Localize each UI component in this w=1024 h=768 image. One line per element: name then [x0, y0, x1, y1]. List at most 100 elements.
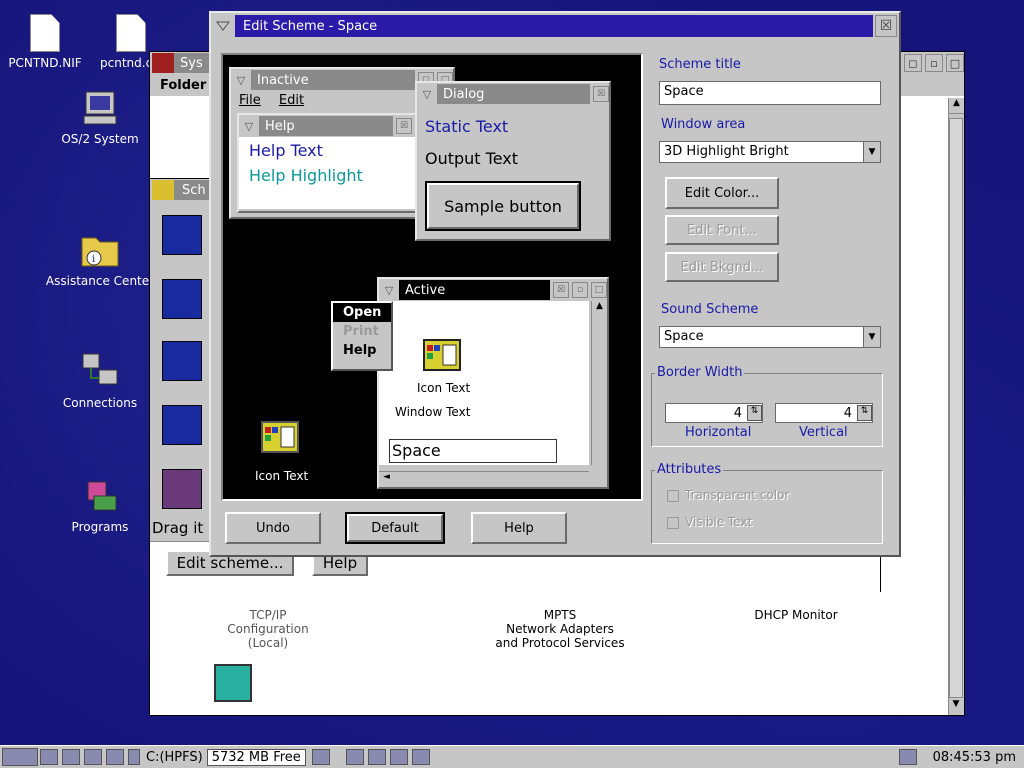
window-list-icon[interactable] — [40, 749, 58, 765]
border-width-label: Border Width — [655, 365, 745, 380]
transparent-color-checkbox[interactable] — [667, 490, 679, 502]
desktop-icon-label: OS/2 System — [61, 132, 139, 146]
close-icon: ☒ — [553, 282, 569, 298]
desktop-icon-assistance-center[interactable]: i Assistance Center — [45, 228, 155, 288]
chevron-down-icon[interactable]: ▼ — [863, 327, 880, 347]
network-icon — [79, 352, 121, 392]
edit-scheme-dialog[interactable]: Edit Scheme - Space ☒ ▽ Inactive ◻ □ Fil… — [209, 11, 901, 557]
folder-item-dhcp-monitor[interactable]: DHCP Monitor — [736, 608, 856, 622]
tcpip-icon[interactable] — [214, 664, 252, 702]
popup-print: Print — [343, 324, 379, 339]
attributes-label: Attributes — [655, 462, 724, 477]
preview-active-window[interactable]: ▽ Active ☒ ▫ □ Icon Text Window Text Spa… — [377, 277, 609, 489]
help-button[interactable]: Help — [471, 512, 567, 544]
os2-logo-icon[interactable] — [2, 748, 38, 766]
system-menu-icon[interactable] — [211, 14, 235, 38]
folder-icon[interactable] — [367, 749, 386, 765]
drive-icon[interactable] — [128, 749, 140, 765]
scheme-swatch[interactable] — [162, 341, 202, 381]
shutdown-icon[interactable] — [106, 749, 124, 765]
horizontal-label: Horizontal — [685, 425, 752, 440]
sound-scheme-label: Sound Scheme — [661, 302, 759, 317]
sound-scheme-select[interactable]: Space ▼ — [659, 326, 881, 348]
folder-scrollbar[interactable]: ▲ ▼ — [948, 98, 964, 715]
vertical-value: 4 — [843, 406, 852, 421]
preview-window-text: Window Text — [395, 405, 471, 419]
desktop-icon-connections[interactable]: Connections — [45, 352, 155, 410]
document-icon[interactable] — [411, 749, 430, 765]
preview-help-window: ▽ Help ☒ ◻ Help Text Help Highlight — [237, 113, 433, 213]
system-menu-icon: ▽ — [422, 87, 432, 101]
scheme-swatch[interactable] — [162, 215, 202, 255]
hide-icon[interactable]: ▫ — [925, 54, 943, 72]
preview-active-title: Active — [399, 280, 550, 300]
folder-item-tcpip[interactable]: TCP/IP Configuration (Local) — [208, 608, 328, 650]
spin-icon[interactable]: ⇅ — [747, 405, 762, 421]
preview-dialog-window[interactable]: ▽ Dialog ☒ Static Text Output Text Sampl… — [415, 81, 611, 241]
visible-text-label: Visible Text — [685, 515, 753, 529]
scheme-swatch[interactable] — [162, 279, 202, 319]
scroll-up-icon[interactable]: ▲ — [949, 98, 964, 114]
edit-bkgnd-button[interactable]: Edit Bkgnd... — [665, 252, 779, 282]
help-icon[interactable] — [898, 749, 917, 765]
scroll-down-icon[interactable]: ▼ — [949, 699, 963, 715]
undo-button[interactable]: Undo — [225, 512, 321, 544]
scheme-title-label: Scheme title — [659, 57, 741, 72]
window-area-value: 3D Highlight Bright — [664, 144, 789, 159]
transparent-color-label: Transparent color — [685, 488, 790, 502]
system-menu-icon[interactable] — [152, 53, 174, 73]
close-icon: ☒ — [396, 118, 412, 134]
preview-help-highlight: Help Highlight — [249, 166, 363, 185]
preview-hscroll: ◄ — [379, 471, 589, 487]
free-space-label: 5732 MB Free — [206, 748, 306, 766]
edit-color-button[interactable]: Edit Color... — [665, 177, 779, 209]
palette-icon[interactable] — [152, 180, 174, 200]
desktop-icon-label: Connections — [62, 396, 138, 410]
preview-sample-button: Sample button — [425, 181, 581, 231]
computer-icon — [80, 88, 120, 128]
maximize-icon[interactable]: □ — [946, 54, 964, 72]
folder-item-mpts[interactable]: MPTS Network Adapters and Protocol Servi… — [480, 608, 640, 650]
system-menu-icon: ▽ — [244, 119, 254, 133]
minimize-icon: ▫ — [572, 282, 588, 298]
menu-folder[interactable]: Folder — [160, 78, 206, 93]
document-icon — [30, 14, 60, 52]
memory-icon[interactable] — [311, 749, 330, 765]
scheme-palette-title: Sch — [174, 180, 214, 200]
find-icon[interactable] — [84, 749, 102, 765]
window-area-select[interactable]: 3D Highlight Bright ▼ — [659, 141, 881, 163]
desktop-icon-label: Programs — [71, 520, 129, 534]
drag-instruction: Drag it — [152, 519, 204, 537]
attributes-group — [651, 470, 883, 544]
desktop-icon-programs[interactable]: Programs — [45, 476, 155, 534]
chevron-down-icon[interactable]: ▼ — [863, 142, 880, 162]
spin-icon[interactable]: ⇅ — [857, 405, 872, 421]
scheme-swatch[interactable] — [162, 405, 202, 445]
preview-inactive-title: Inactive — [251, 70, 415, 90]
scheme-swatch[interactable] — [162, 469, 202, 509]
preview-help-text: Help Text — [249, 141, 323, 160]
scheme-preview[interactable]: ▽ Inactive ◻ □ File Edit ▽ Help ☒ ◻ Help… — [221, 53, 643, 501]
sound-scheme-value: Space — [664, 329, 704, 344]
desktop-icon-os2-system[interactable]: OS/2 System — [45, 88, 155, 146]
lock-icon[interactable] — [62, 749, 80, 765]
visible-text-checkbox[interactable] — [667, 517, 679, 529]
menu-file: File — [239, 93, 261, 108]
edit-scheme-title: Edit Scheme - Space — [235, 15, 873, 37]
app-icon[interactable] — [389, 749, 408, 765]
scroll-thumb[interactable] — [949, 118, 963, 698]
minimize-icon[interactable]: ◻ — [904, 54, 922, 72]
preview-entry-field: Space — [389, 439, 557, 463]
info-folder-icon: i — [78, 228, 122, 270]
svg-text:i: i — [92, 254, 95, 265]
edit-font-button[interactable]: Edit Font... — [665, 215, 779, 245]
edit-scheme-titlebar[interactable]: Edit Scheme - Space ☒ — [211, 13, 899, 39]
default-button[interactable]: Default — [345, 512, 445, 544]
printer-icon[interactable] — [345, 749, 364, 765]
drive-label[interactable]: C:(HPFS) — [146, 750, 203, 765]
system-menu-icon: ▽ — [384, 283, 394, 297]
close-icon[interactable]: ☒ — [875, 15, 897, 37]
scheme-title-field[interactable]: Space — [659, 81, 881, 105]
preview-popup-menu: Open Print Help — [331, 301, 393, 371]
preview-desktop-icon-text: Icon Text — [255, 469, 309, 483]
